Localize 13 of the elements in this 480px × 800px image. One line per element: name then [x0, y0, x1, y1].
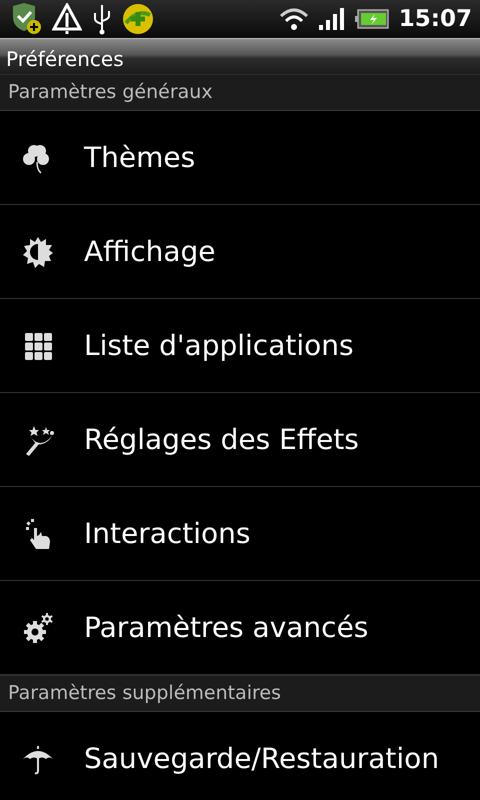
gears-icon: [22, 612, 54, 644]
section-header: Paramètres supplémentaires: [8, 682, 281, 704]
battery-icon: [354, 9, 389, 29]
brightness-icon: [22, 236, 54, 268]
signal-icon: [318, 8, 345, 30]
shield-check-icon: [10, 3, 42, 35]
plus-circle-icon: [122, 3, 154, 35]
warning-icon: [52, 3, 82, 35]
section-header: Paramètres généraux: [8, 81, 213, 103]
wifi-icon: [278, 6, 309, 32]
usb-icon: [92, 3, 112, 35]
screen-title: Préférences: [6, 47, 124, 71]
clock-time: 15:07: [398, 6, 472, 32]
